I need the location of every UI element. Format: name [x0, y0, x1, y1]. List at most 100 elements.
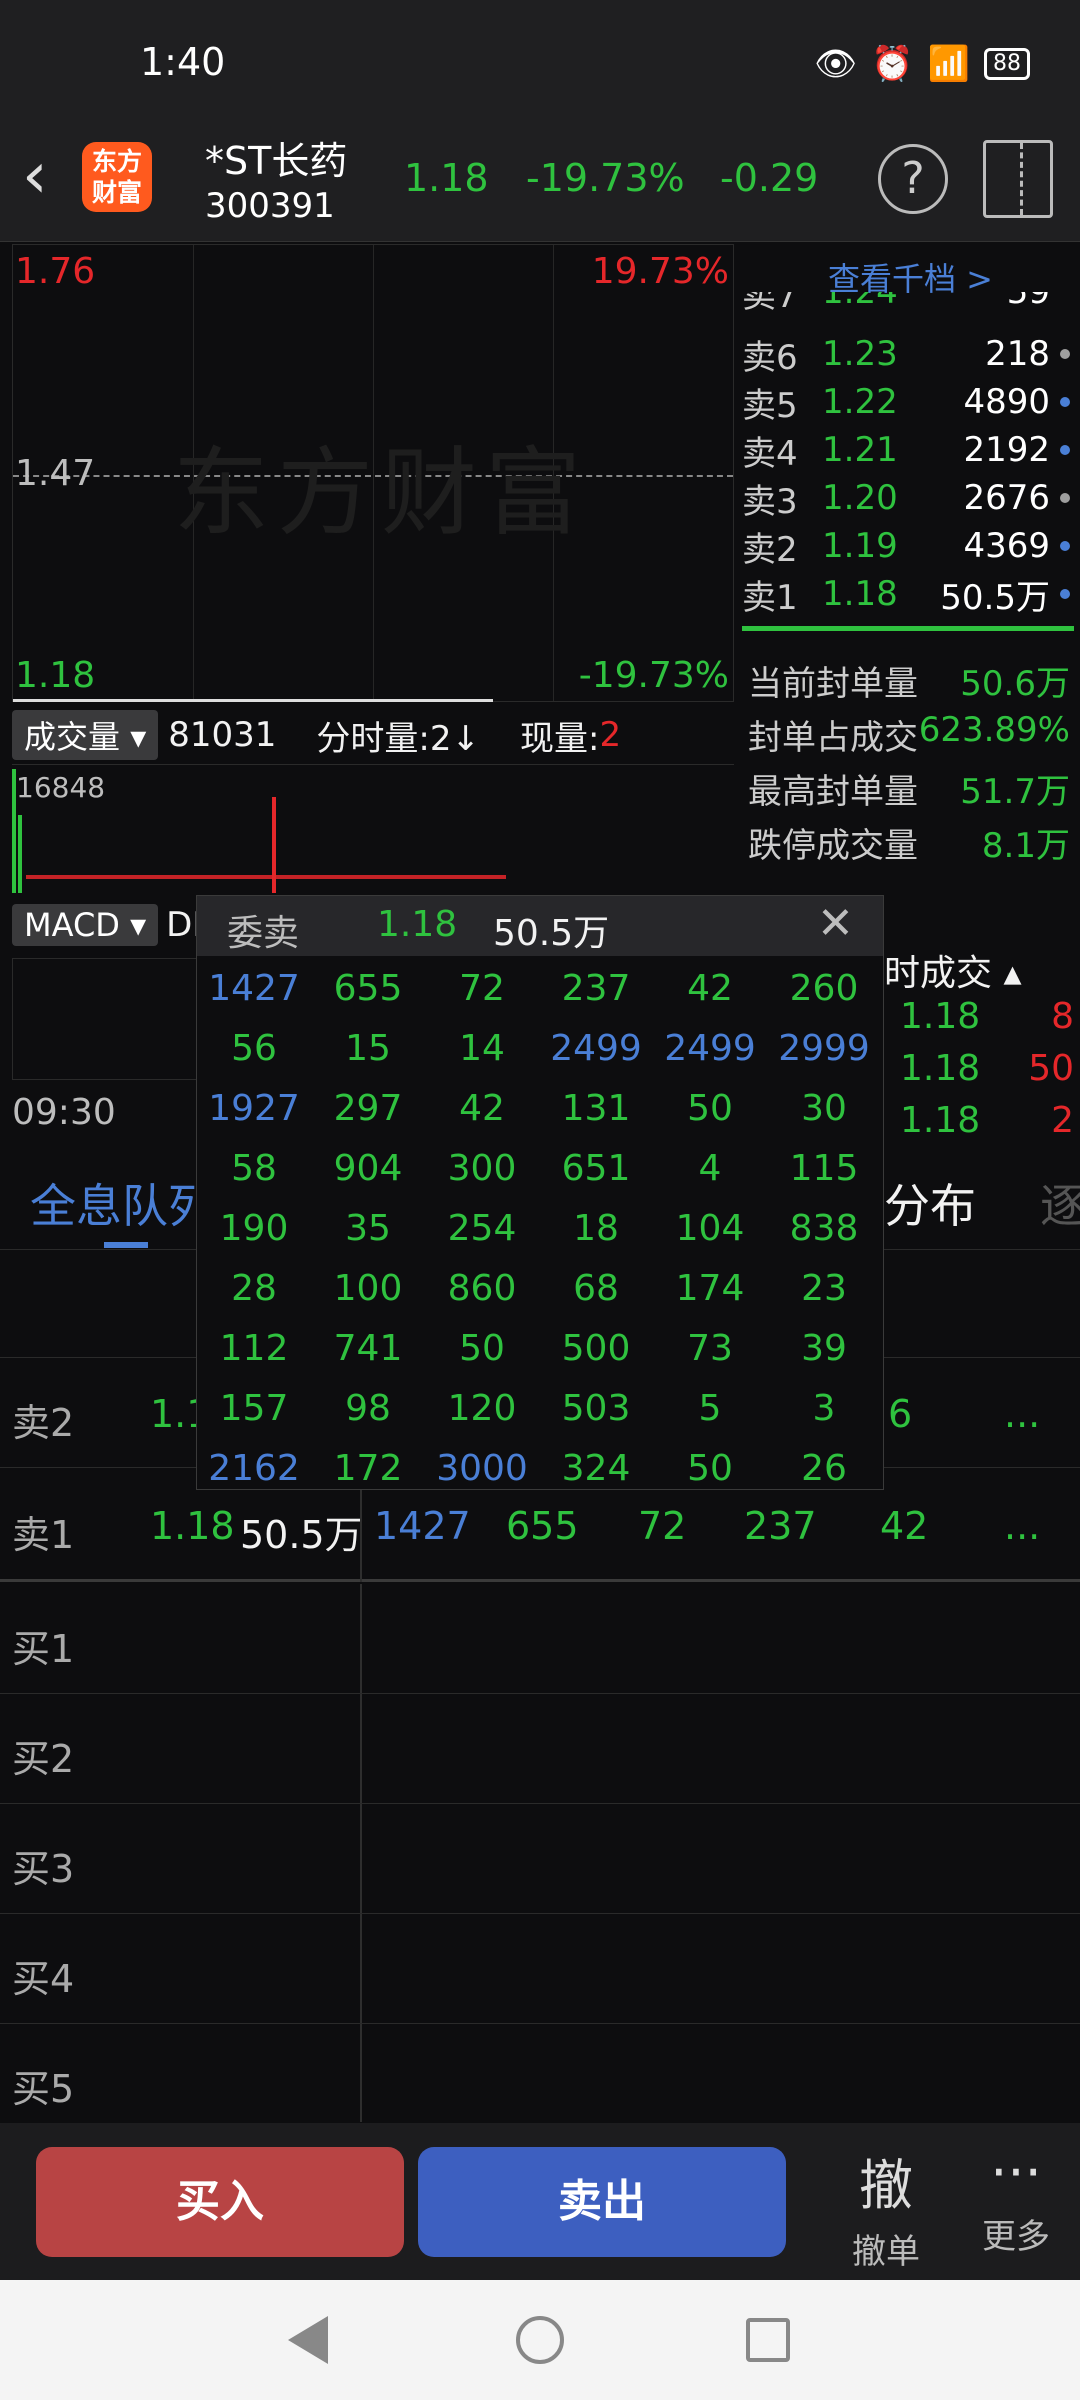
wifi-icon: 📶: [927, 44, 970, 84]
queue-row-buy[interactable]: 买3: [0, 1804, 1080, 1914]
volume-bars: [26, 875, 506, 879]
popup-order-cell: 324: [561, 1447, 631, 1489]
chart-bot-price: 1.18: [15, 655, 96, 696]
orderbook-row[interactable]: 卖6 1.23 218: [742, 330, 1072, 378]
popup-order-cell: 28: [231, 1267, 277, 1309]
seal-stat-row: 最高封单量 51.7万: [748, 772, 1070, 812]
orderbook-partial-row: 卖7 1.24 59: [742, 292, 1050, 316]
popup-order-cell: 39: [801, 1327, 847, 1369]
popup-order-cell: 172: [333, 1447, 403, 1489]
stock-change: -0.29: [720, 156, 819, 200]
popup-order-cell: 4: [698, 1147, 722, 1189]
popup-order-cell: 30: [801, 1087, 847, 1129]
tab-tick[interactable]: 逐: [1040, 1170, 1080, 1236]
level-dot-icon: [1060, 349, 1070, 359]
popup-order-cell: 237: [561, 967, 631, 1009]
popup-order-cell: 1927: [208, 1087, 300, 1129]
popup-order-cell: 860: [447, 1267, 517, 1309]
popup-order-cell: 35: [345, 1207, 391, 1249]
sell-queue-popup[interactable]: 委卖 1.18 50.5万 ✕ 1427 655 72 237 42 260 56 15 14 2…: [196, 895, 884, 1490]
nav-back-icon[interactable]: [288, 2316, 328, 2364]
chart-mid-price: 1.47: [15, 453, 96, 494]
popup-order-cell: 838: [789, 1207, 859, 1249]
popup-order-cell: 655: [333, 967, 403, 1009]
split-view-icon[interactable]: [983, 140, 1053, 218]
stock-name: *ST长药: [205, 139, 348, 183]
tab-distribution[interactable]: 分布: [884, 1170, 976, 1236]
popup-order-cell: 3000: [436, 1447, 528, 1489]
price-line: [13, 699, 493, 702]
volume-indicator-select[interactable]: 成交量 ▾: [12, 710, 159, 760]
popup-order-cell: 14: [459, 1027, 505, 1069]
stock-price: 1.18: [404, 156, 489, 200]
popup-order-cell: 297: [333, 1087, 403, 1129]
battery-icon: 88: [984, 48, 1030, 80]
level-dot-icon: [1060, 397, 1070, 407]
seal-stat-row: 当前封单量 50.6万: [748, 664, 1070, 704]
popup-order-cell: 15: [345, 1027, 391, 1069]
chart-top-price: 1.76: [15, 251, 96, 292]
popup-grid-row: 56 15 14 2499 2499 2999: [197, 1018, 885, 1078]
help-icon[interactable]: ?: [878, 144, 948, 214]
close-icon[interactable]: ✕: [817, 898, 854, 949]
queue-row-buy[interactable]: 买5: [0, 2024, 1080, 2134]
queue-row-buy[interactable]: 买4: [0, 1914, 1080, 2024]
tab-queue[interactable]: 全息队列: [30, 1170, 214, 1236]
popup-order-cell: 58: [231, 1147, 277, 1189]
popup-order-cell: 741: [333, 1327, 403, 1369]
level-dot-icon: [1060, 493, 1070, 503]
system-nav-bar: [0, 2280, 1080, 2400]
popup-order-cell: 72: [459, 967, 505, 1009]
trades-title: 时成交 ▴: [884, 953, 1022, 994]
popup-order-cell: 112: [219, 1327, 289, 1369]
popup-order-cell: 42: [459, 1087, 505, 1129]
popup-order-cell: 1427: [208, 967, 300, 1009]
orderbook-row[interactable]: 卖5 1.22 4890: [742, 378, 1072, 426]
popup-order-cell: 2499: [664, 1027, 756, 1069]
popup-order-cell: 120: [447, 1387, 517, 1429]
popup-order-cell: 260: [789, 967, 859, 1009]
status-icons: 👁 ⏰ 📶 88: [814, 44, 1030, 84]
popup-order-cell: 651: [561, 1147, 631, 1189]
popup-order-cell: 157: [219, 1387, 289, 1429]
popup-order-cell: 73: [687, 1327, 733, 1369]
popup-header: 委卖 1.18 50.5万 ✕: [197, 896, 883, 956]
queue-row-buy[interactable]: 买1: [0, 1584, 1080, 1694]
popup-grid-row: 157 98 120 503 5 3: [197, 1378, 885, 1438]
orderbook-row[interactable]: 卖3 1.20 2676: [742, 474, 1072, 522]
eye-icon: 👁: [814, 44, 858, 84]
volume-chart[interactable]: 16848: [12, 764, 734, 893]
macd-indicator-select[interactable]: MACD ▾: [12, 904, 159, 946]
sell-button[interactable]: 卖出: [418, 2147, 786, 2257]
back-chevron-icon[interactable]: ‹: [22, 144, 48, 208]
popup-order-cell: 50: [687, 1447, 733, 1489]
intraday-chart[interactable]: 东方财富 1.76 19.73% 1.47 1.18 -19.73%: [12, 244, 734, 702]
level-dot-icon: [1060, 589, 1070, 599]
nav-home-icon[interactable]: [516, 2316, 564, 2364]
volume-value: 81031: [168, 715, 277, 755]
popup-order-cell: 104: [675, 1207, 745, 1249]
alarm-icon: ⏰: [871, 44, 914, 84]
cancel-order-button[interactable]: 撤 撤单: [836, 2141, 936, 2273]
popup-order-cell: 50: [459, 1327, 505, 1369]
popup-volume: 50.5万: [493, 913, 610, 954]
nav-recents-icon[interactable]: [746, 2318, 790, 2362]
popup-order-cell: 2999: [778, 1027, 870, 1069]
buy-button[interactable]: 买入: [36, 2147, 404, 2257]
popup-order-cell: 56: [231, 1027, 277, 1069]
popup-grid-row: 1427 655 72 237 42 260: [197, 958, 885, 1018]
orderbook-row[interactable]: 卖2 1.19 4369: [742, 522, 1072, 570]
seal-stat-row: 跌停成交量 8.1万: [748, 826, 1070, 866]
xianliang-label: 现量:: [520, 718, 600, 759]
queue-row-buy[interactable]: 买2: [0, 1694, 1080, 1804]
popup-order-grid: 1427 655 72 237 42 260 56 15 14 2499 2499 2999 1927 2…: [197, 958, 885, 1498]
orderbook-row[interactable]: 卖1 1.18 50.5万: [742, 570, 1072, 618]
popup-order-cell: 2162: [208, 1447, 300, 1489]
more-button[interactable]: ··· 更多: [966, 2141, 1066, 2258]
status-time: 1:40: [140, 40, 226, 84]
orderbook-row[interactable]: 卖4 1.21 2192: [742, 426, 1072, 474]
popup-grid-row: 1927 297 42 131 50 30: [197, 1078, 885, 1138]
popup-order-cell: 131: [561, 1087, 631, 1129]
popup-order-cell: 50: [687, 1087, 733, 1129]
popup-grid-row: 58 904 300 651 4 115: [197, 1138, 885, 1198]
